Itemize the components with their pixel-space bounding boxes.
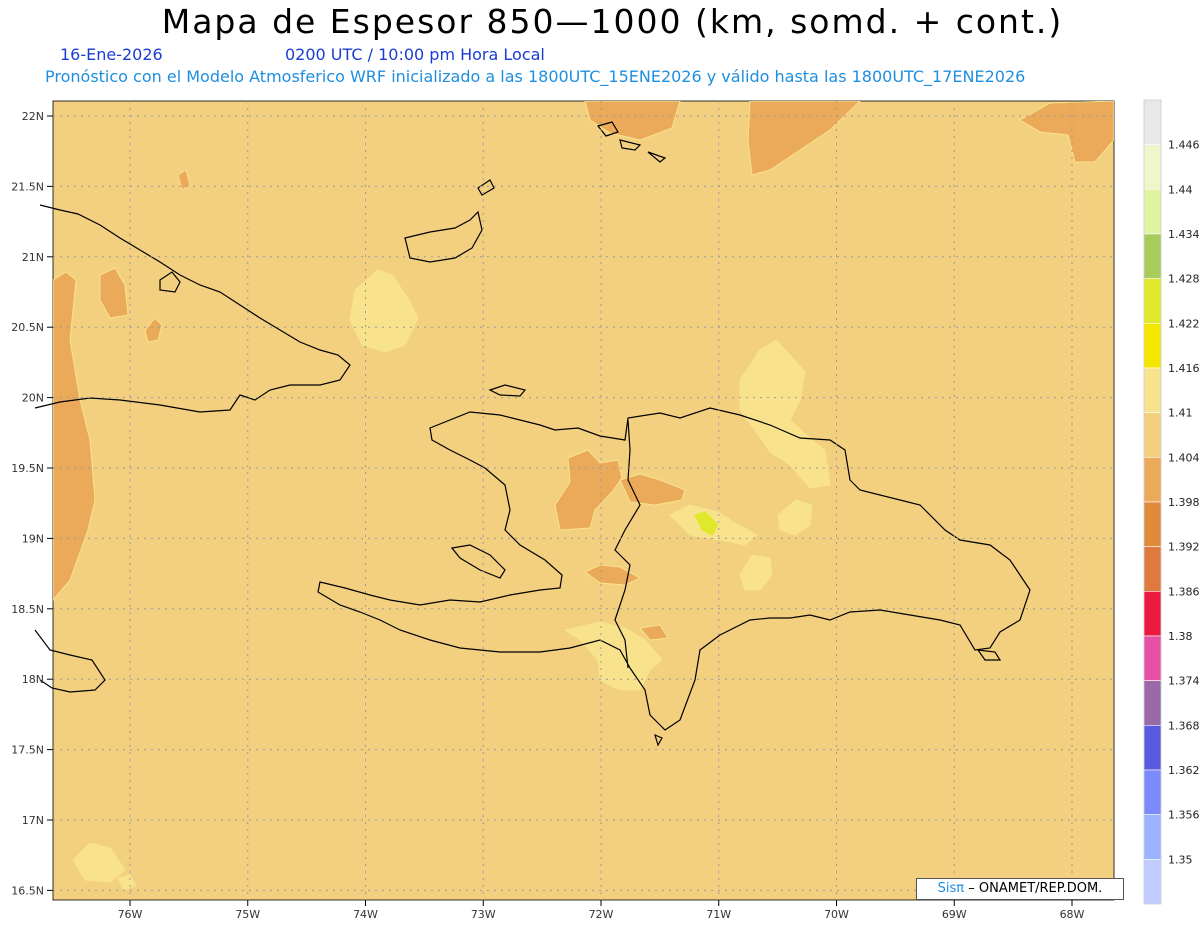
legend-label: 1.368 bbox=[1168, 719, 1200, 732]
longitude-labels: 76W 75W 74W 73W 72W 71W 70W 69W 68W bbox=[118, 900, 1085, 921]
legend-swatch bbox=[1143, 635, 1162, 681]
legend-label: 1.416 bbox=[1168, 362, 1200, 375]
lon-tick-label: 76W bbox=[118, 908, 143, 921]
legend-swatch bbox=[1143, 144, 1162, 190]
legend-swatch bbox=[1143, 546, 1162, 592]
legend-label: 1.356 bbox=[1168, 809, 1200, 822]
legend-swatch bbox=[1143, 367, 1162, 413]
thickness-color-legend: 1.446 1.44 1.434 1.428 1.422 1.416 1.41 1.404 1.… bbox=[1143, 99, 1200, 905]
legend-label: 1.44 bbox=[1168, 183, 1193, 196]
lon-tick-label: 74W bbox=[353, 908, 378, 921]
legend-swatch bbox=[1143, 99, 1162, 145]
credit-brand: Sisπ bbox=[937, 881, 965, 896]
legend-label: 1.398 bbox=[1168, 496, 1200, 509]
lon-tick-label: 70W bbox=[824, 908, 849, 921]
lat-tick-label: 20N bbox=[22, 392, 44, 405]
legend-swatch bbox=[1143, 233, 1162, 279]
lon-tick-label: 75W bbox=[235, 908, 260, 921]
lat-tick-label: 17.5N bbox=[11, 744, 44, 757]
legend-label: 1.41 bbox=[1168, 407, 1193, 420]
lat-tick-label: 21N bbox=[22, 251, 44, 264]
legend-swatch bbox=[1143, 457, 1162, 503]
legend-swatch bbox=[1143, 323, 1162, 369]
legend-label: 1.392 bbox=[1168, 541, 1200, 554]
lon-tick-label: 68W bbox=[1060, 908, 1085, 921]
legend-swatch bbox=[1143, 814, 1162, 860]
lat-tick-label: 18N bbox=[22, 673, 44, 686]
legend-label: 1.434 bbox=[1168, 228, 1200, 241]
lat-tick-label: 19.5N bbox=[11, 462, 44, 475]
legend-swatch bbox=[1143, 859, 1162, 905]
latitude-labels: 22N 21.5N 21N 20.5N 20N 19.5N 19N 18.5N 18N 17.5N… bbox=[11, 110, 53, 897]
thickness-map: 22N 21.5N 21N 20.5N 20N 19.5N 19N 18.5N 18N 17.5N… bbox=[11, 99, 1200, 921]
lat-tick-label: 16.5N bbox=[11, 884, 44, 897]
legend-swatch bbox=[1143, 725, 1162, 771]
lon-tick-label: 71W bbox=[706, 908, 731, 921]
lat-tick-label: 20.5N bbox=[11, 321, 44, 334]
legend-label: 1.446 bbox=[1168, 139, 1200, 152]
lat-tick-label: 18.5N bbox=[11, 603, 44, 616]
legend-swatch bbox=[1143, 769, 1162, 815]
legend-label: 1.428 bbox=[1168, 273, 1200, 286]
legend-label: 1.422 bbox=[1168, 317, 1200, 330]
legend-label: 1.404 bbox=[1168, 451, 1200, 464]
legend-swatch bbox=[1143, 412, 1162, 458]
credit-org: – ONAMET/REP.DOM. bbox=[968, 881, 1103, 896]
lat-tick-label: 22N bbox=[22, 110, 44, 123]
legend-swatch bbox=[1143, 501, 1162, 547]
legend-swatch bbox=[1143, 278, 1162, 324]
lon-tick-label: 73W bbox=[471, 908, 496, 921]
lat-tick-label: 19N bbox=[22, 532, 44, 545]
legend-label: 1.362 bbox=[1168, 764, 1200, 777]
legend-swatch bbox=[1143, 680, 1162, 726]
legend-label: 1.38 bbox=[1168, 630, 1193, 643]
credit-badge: Sisπ – ONAMET/REP.DOM. bbox=[916, 878, 1124, 900]
legend-swatch bbox=[1143, 591, 1162, 637]
lat-tick-label: 17N bbox=[22, 814, 44, 827]
lat-tick-label: 21.5N bbox=[11, 180, 44, 193]
legend-label: 1.374 bbox=[1168, 675, 1200, 688]
legend-swatch bbox=[1143, 189, 1162, 235]
legend-label: 1.386 bbox=[1168, 585, 1200, 598]
legend-label: 1.35 bbox=[1168, 853, 1193, 866]
lon-tick-label: 69W bbox=[942, 908, 967, 921]
lon-tick-label: 72W bbox=[589, 908, 614, 921]
